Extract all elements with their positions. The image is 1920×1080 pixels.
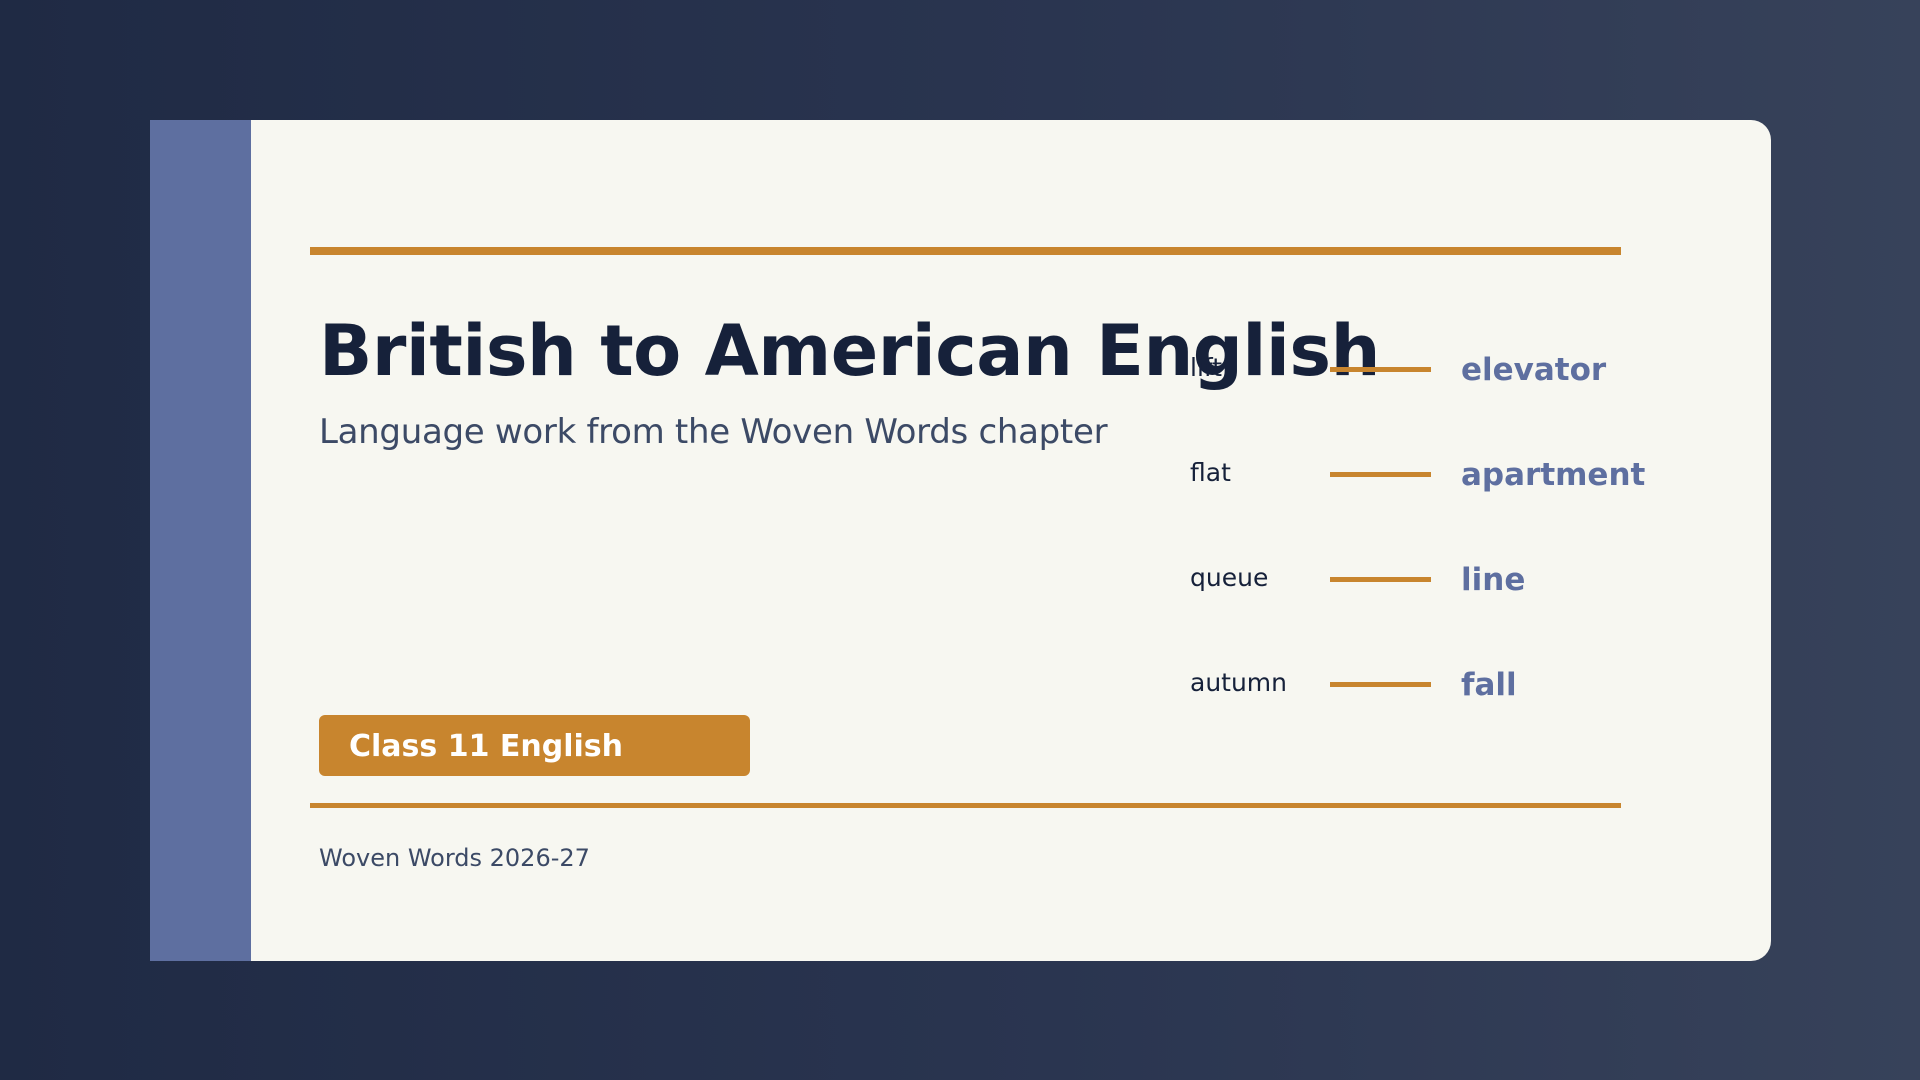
- british-word: flat: [1190, 458, 1231, 487]
- slide-spine: [150, 120, 251, 961]
- pair-connector: [1330, 682, 1431, 687]
- pair-connector: [1330, 472, 1431, 477]
- slide-card: British to American English Language wor…: [150, 120, 1771, 961]
- british-word: queue: [1190, 563, 1269, 592]
- british-word: lift: [1190, 353, 1223, 382]
- slide-subtitle: Language work from the Woven Words chapt…: [319, 412, 1108, 452]
- word-pair-list: lift elevator flat apartment queue line …: [1190, 120, 1750, 961]
- pair-connector: [1330, 367, 1431, 372]
- slide-footer: Woven Words 2026-27: [319, 844, 590, 872]
- pair-connector: [1330, 577, 1431, 582]
- british-word: autumn: [1190, 668, 1288, 697]
- american-word: fall: [1461, 667, 1517, 703]
- word-pair: lift elevator: [1190, 348, 1750, 398]
- bottom-rule: [310, 803, 1621, 808]
- word-pair: queue line: [1190, 558, 1750, 608]
- word-pair: flat apartment: [1190, 453, 1750, 503]
- class-badge-label: Class 11 English: [349, 729, 623, 764]
- class-badge: Class 11 English: [319, 715, 750, 776]
- word-pair: autumn fall: [1190, 663, 1750, 713]
- american-word: elevator: [1461, 352, 1607, 388]
- american-word: apartment: [1461, 457, 1646, 493]
- american-word: line: [1461, 562, 1526, 598]
